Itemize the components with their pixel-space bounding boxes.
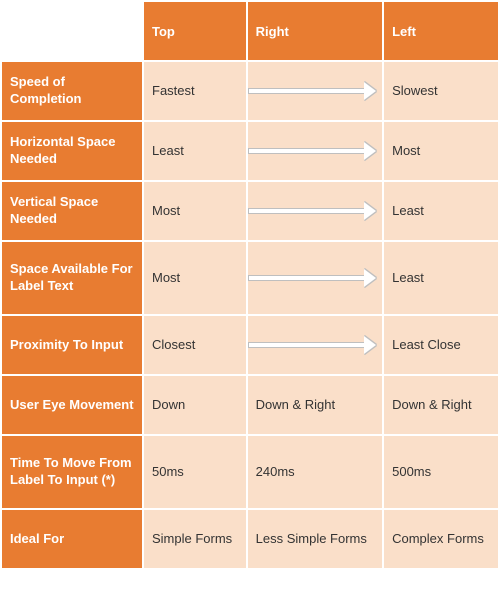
cell-left: 500ms	[384, 436, 498, 508]
cell-right	[248, 62, 382, 120]
row-label: Horizontal Space Needed	[2, 122, 142, 180]
row-label: Proximity To Input	[2, 316, 142, 374]
cell-top: Simple Forms	[144, 510, 246, 568]
cell-top: Most	[144, 242, 246, 314]
comparison-table: Top Right Left Speed of Completion Faste…	[0, 0, 500, 570]
cell-left: Down & Right	[384, 376, 498, 434]
header-right: Right	[248, 2, 382, 60]
header-top: Top	[144, 2, 246, 60]
arrow-right-icon	[248, 144, 376, 158]
table-row: Horizontal Space Needed Least Most	[2, 122, 498, 180]
cell-left: Complex Forms	[384, 510, 498, 568]
row-label: Ideal For	[2, 510, 142, 568]
cell-left: Most	[384, 122, 498, 180]
table-row: Time To Move From Label To Input (*) 50m…	[2, 436, 498, 508]
cell-top: Down	[144, 376, 246, 434]
table-row: Proximity To Input Closest Least Close	[2, 316, 498, 374]
cell-right	[248, 242, 382, 314]
cell-right: 240ms	[248, 436, 382, 508]
table-row: User Eye Movement Down Down & Right Down…	[2, 376, 498, 434]
row-label: Space Available For Label Text	[2, 242, 142, 314]
table-row: Ideal For Simple Forms Less Simple Forms…	[2, 510, 498, 568]
arrow-right-icon	[248, 84, 376, 98]
cell-left: Least	[384, 182, 498, 240]
arrow-right-icon	[248, 204, 376, 218]
table-row: Space Available For Label Text Most Leas…	[2, 242, 498, 314]
cell-left: Least Close	[384, 316, 498, 374]
cell-right	[248, 316, 382, 374]
table-header-row: Top Right Left	[2, 2, 498, 60]
cell-right	[248, 182, 382, 240]
cell-right: Down & Right	[248, 376, 382, 434]
row-label: Time To Move From Label To Input (*)	[2, 436, 142, 508]
cell-right: Less Simple Forms	[248, 510, 382, 568]
table-row: Speed of Completion Fastest Slowest	[2, 62, 498, 120]
cell-top: Fastest	[144, 62, 246, 120]
row-label: Vertical Space Needed	[2, 182, 142, 240]
table-row: Vertical Space Needed Most Least	[2, 182, 498, 240]
cell-top: Least	[144, 122, 246, 180]
cell-top: Closest	[144, 316, 246, 374]
cell-left: Least	[384, 242, 498, 314]
arrow-right-icon	[248, 338, 376, 352]
row-label: Speed of Completion	[2, 62, 142, 120]
cell-top: 50ms	[144, 436, 246, 508]
arrow-right-icon	[248, 271, 376, 285]
cell-top: Most	[144, 182, 246, 240]
header-left: Left	[384, 2, 498, 60]
cell-left: Slowest	[384, 62, 498, 120]
row-label: User Eye Movement	[2, 376, 142, 434]
header-blank	[2, 2, 142, 60]
cell-right	[248, 122, 382, 180]
